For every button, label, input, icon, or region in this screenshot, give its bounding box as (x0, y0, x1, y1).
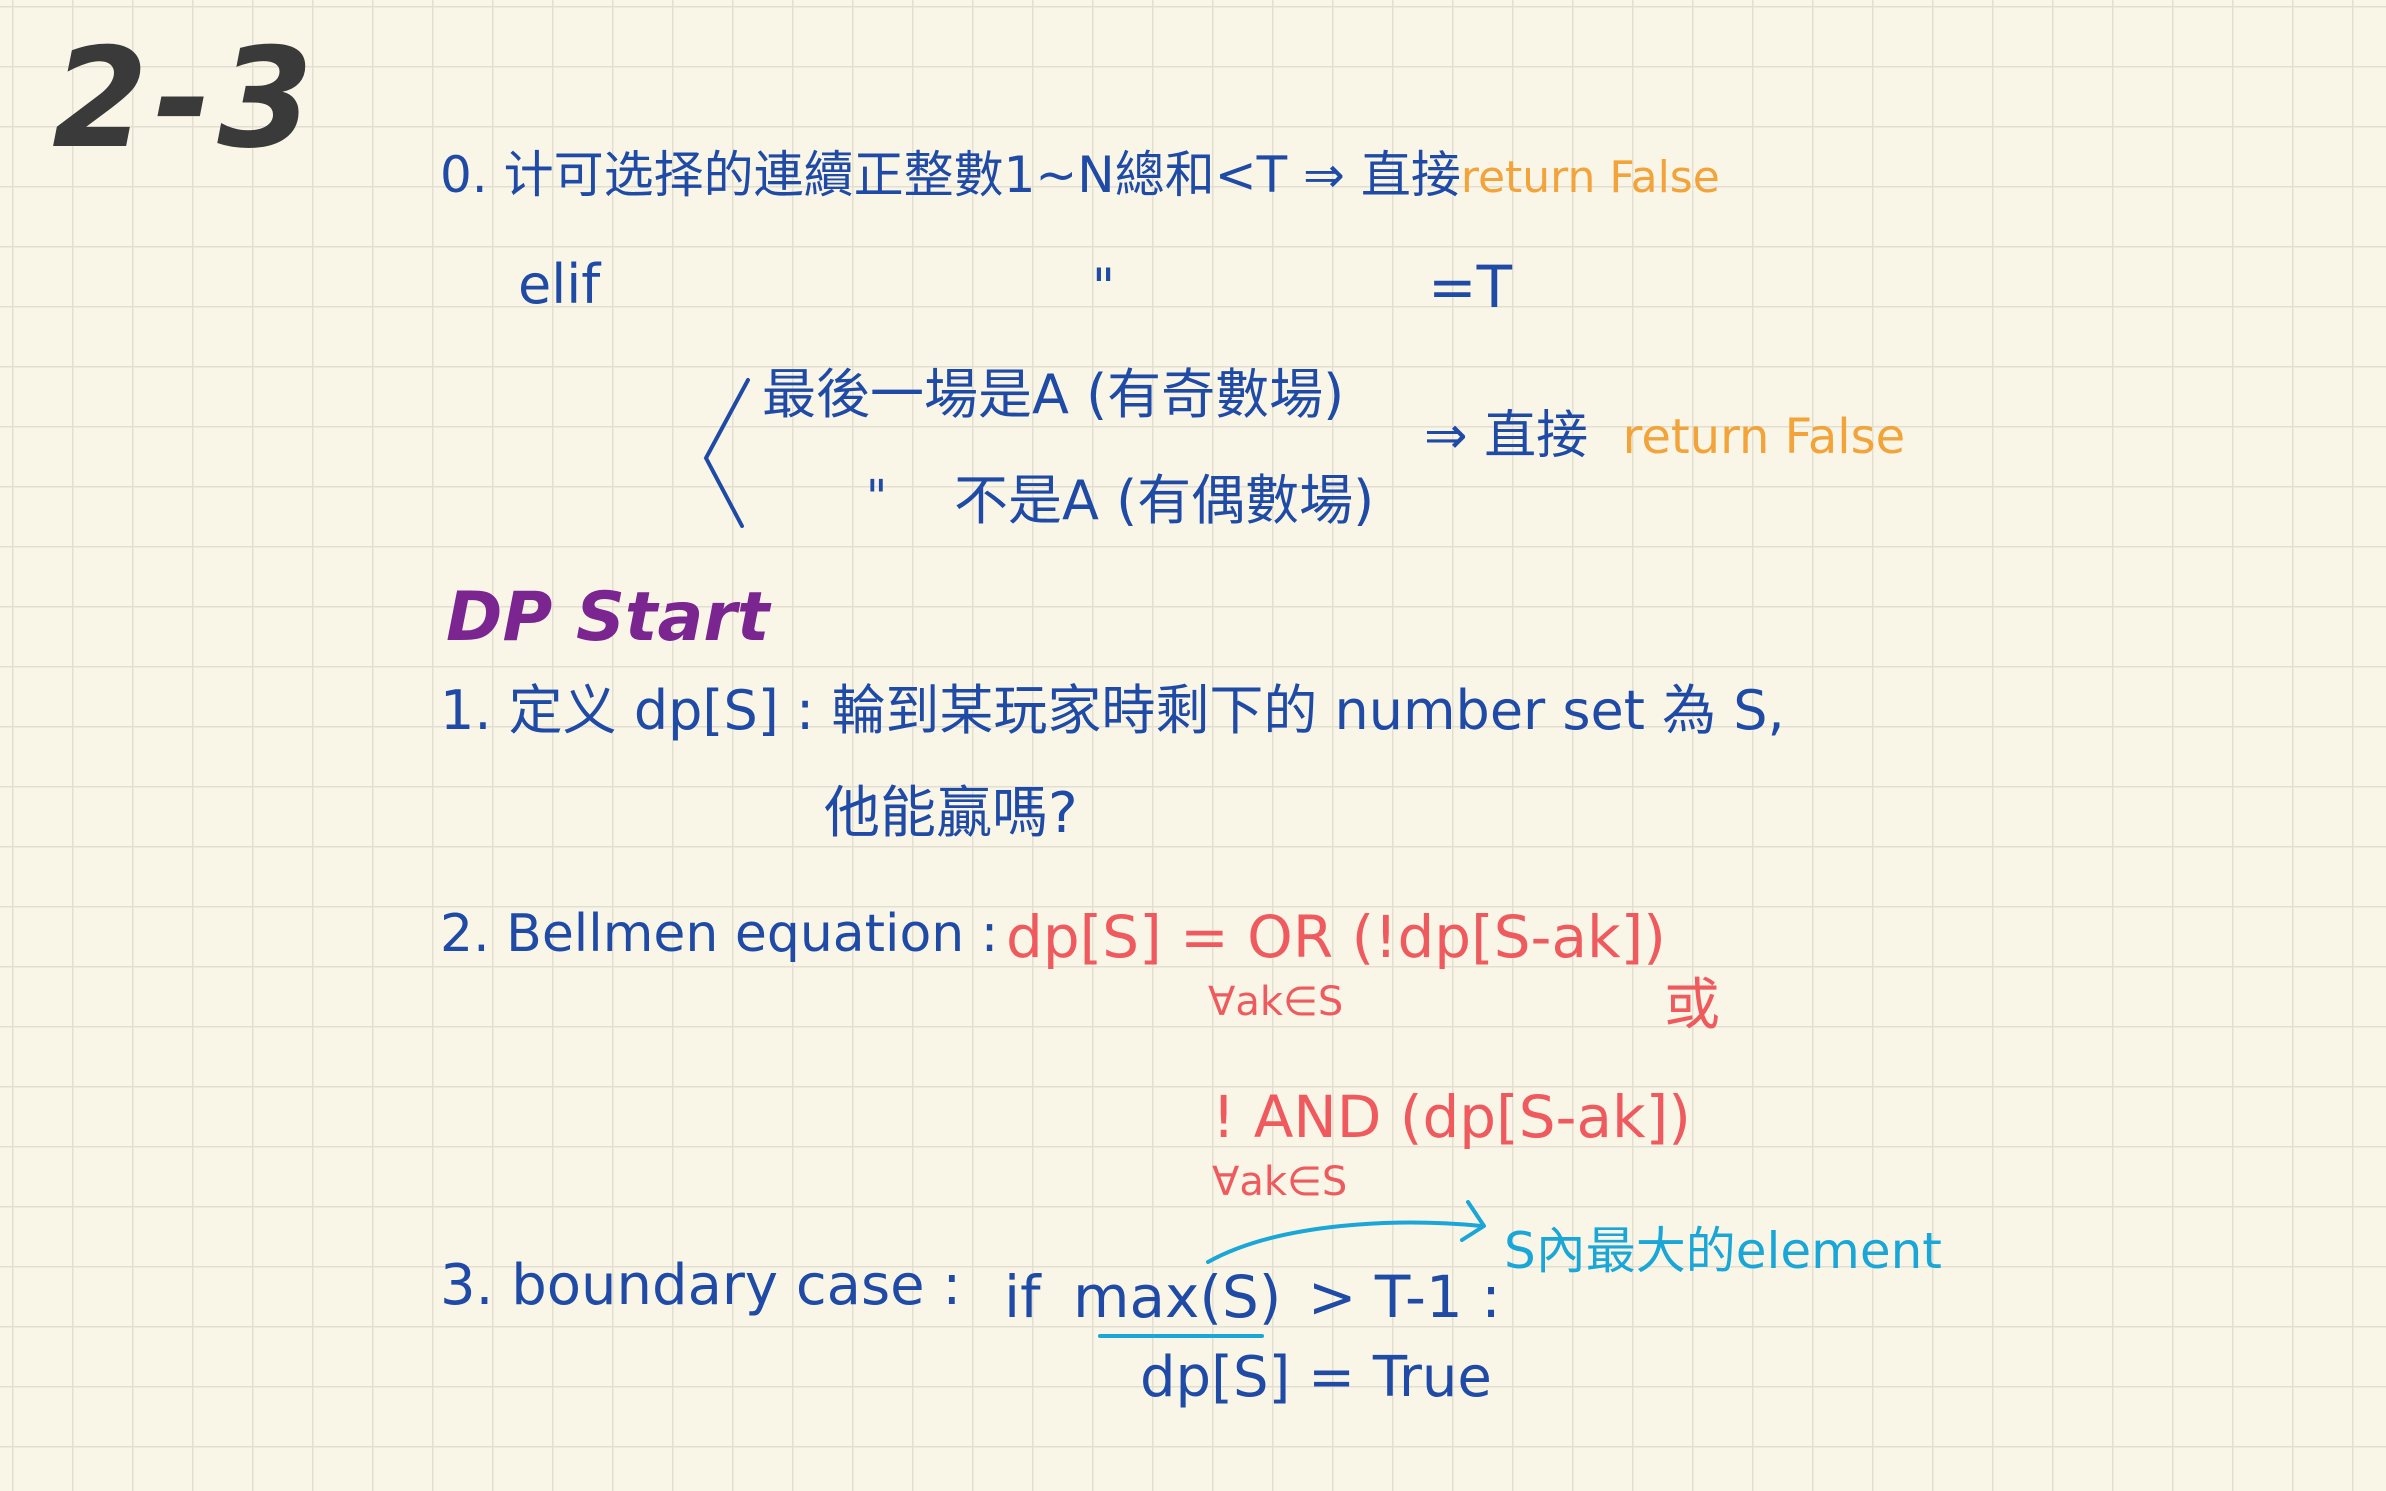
step3-note: S內最大的element (1504, 1222, 1942, 1280)
max-annotation (1098, 1200, 1486, 1338)
